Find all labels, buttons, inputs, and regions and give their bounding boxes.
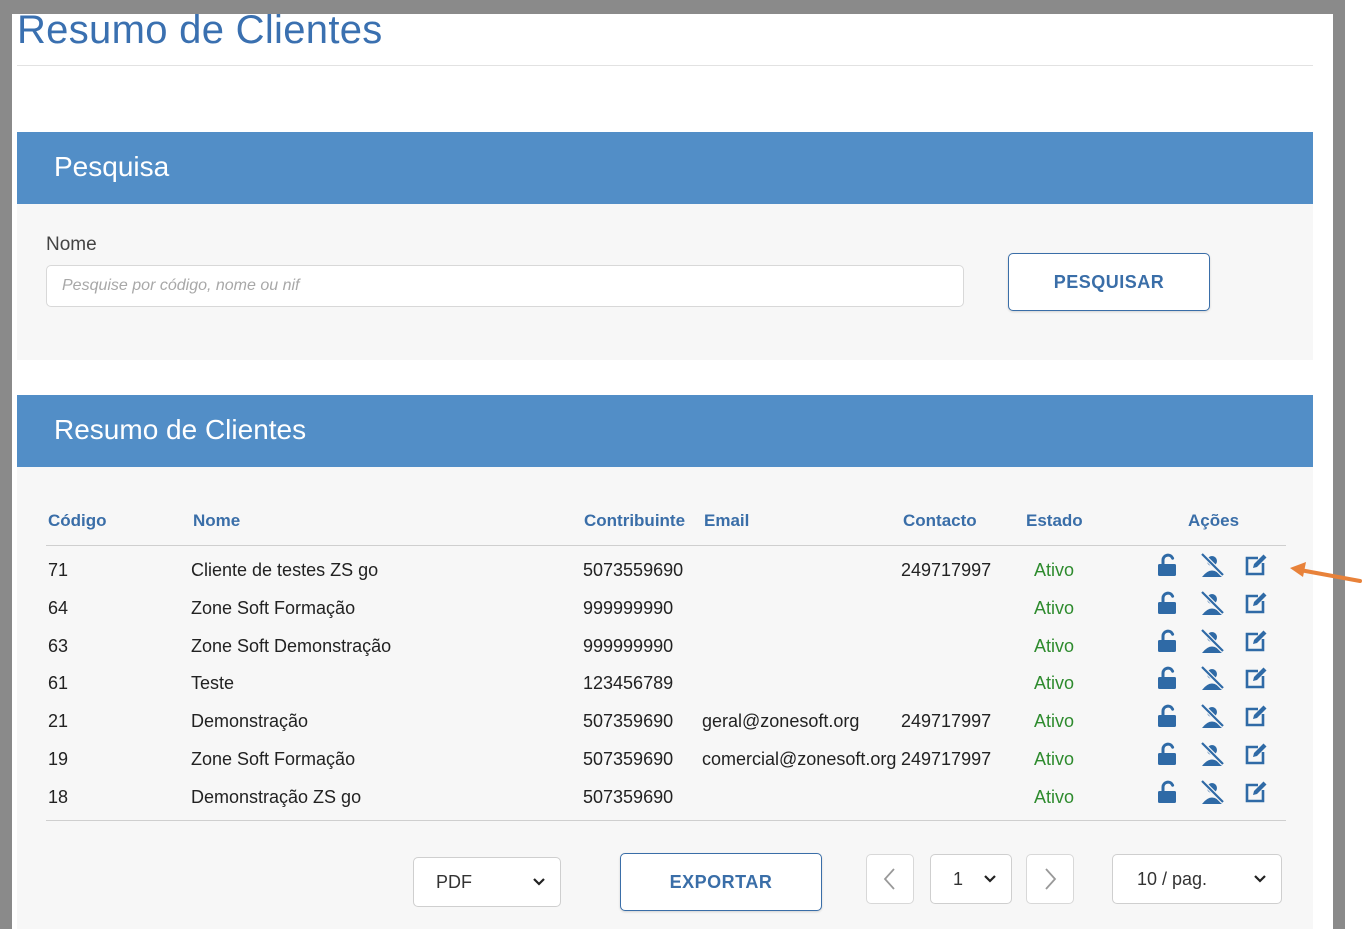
column-header-email[interactable]: Email bbox=[704, 511, 749, 531]
table-bottom-divider bbox=[46, 820, 1286, 821]
edit-icon[interactable] bbox=[1244, 704, 1268, 728]
status-badge: Ativo bbox=[1034, 786, 1075, 807]
unlock-icon[interactable] bbox=[1156, 742, 1180, 766]
edit-icon[interactable] bbox=[1244, 553, 1268, 577]
cell-codigo: 61 bbox=[48, 673, 69, 694]
chevron-right-icon bbox=[1045, 868, 1057, 890]
unlock-icon[interactable] bbox=[1156, 780, 1180, 804]
cell-codigo: 71 bbox=[48, 560, 69, 580]
user-block-icon[interactable] bbox=[1200, 628, 1224, 653]
per-page-select[interactable]: 10 / pag. bbox=[1112, 854, 1282, 904]
unlock-icon[interactable] bbox=[1156, 553, 1180, 577]
table-row: 63 Zone Soft Demonstração 999999990 Ativ… bbox=[46, 626, 1286, 664]
table-row: 19 Zone Soft Formação 507359690 comercia… bbox=[46, 739, 1286, 777]
search-name-label: Nome bbox=[46, 234, 97, 255]
cell-contribuinte: 507359690 bbox=[583, 711, 674, 732]
user-block-icon[interactable] bbox=[1200, 742, 1224, 766]
cell-email: comercial@zonesoft.org bbox=[702, 749, 897, 769]
page-number-value: 1 bbox=[953, 868, 964, 889]
cell-contacto: 249717997 bbox=[901, 560, 992, 580]
status-badge: Ativo bbox=[1034, 711, 1075, 732]
column-header-contacto[interactable]: Contacto bbox=[903, 511, 977, 531]
cell-contacto: 249717997 bbox=[901, 711, 992, 732]
row-actions bbox=[1156, 704, 1268, 729]
next-page-button[interactable] bbox=[1026, 854, 1074, 904]
table-row: 18 Demonstração ZS go 507359690 Ativo bbox=[46, 777, 1286, 815]
status-badge: Ativo bbox=[1034, 749, 1075, 769]
title-divider bbox=[17, 65, 1313, 66]
table-row: 71 Cliente de testes ZS go 5073559690 24… bbox=[46, 550, 1286, 588]
status-badge: Ativo bbox=[1034, 635, 1075, 656]
cell-codigo: 21 bbox=[48, 711, 69, 732]
export-format-value: PDF bbox=[436, 871, 472, 892]
cell-nome: Demonstração ZS go bbox=[191, 786, 362, 807]
prev-page-button[interactable] bbox=[866, 854, 914, 904]
per-page-value: 10 / pag. bbox=[1137, 868, 1208, 889]
cell-contribuinte: 5073559690 bbox=[583, 560, 684, 580]
cell-nome: Zone Soft Formação bbox=[191, 749, 356, 769]
row-actions bbox=[1156, 666, 1268, 691]
user-block-icon[interactable] bbox=[1200, 779, 1224, 804]
column-header-estado[interactable]: Estado bbox=[1026, 511, 1083, 531]
table-row: 61 Teste 123456789 Ativo bbox=[46, 663, 1286, 701]
search-button[interactable]: PESQUISAR bbox=[1008, 253, 1210, 311]
unlock-icon[interactable] bbox=[1156, 666, 1180, 690]
status-badge: Ativo bbox=[1034, 597, 1075, 618]
cell-codigo: 19 bbox=[48, 749, 69, 769]
cell-contacto: 249717997 bbox=[901, 749, 992, 769]
row-actions bbox=[1156, 590, 1268, 615]
chevron-down-icon bbox=[1254, 875, 1266, 883]
status-badge: Ativo bbox=[1034, 673, 1075, 694]
edit-icon[interactable] bbox=[1244, 629, 1268, 653]
annotation-arrow-icon bbox=[1290, 562, 1362, 583]
row-actions bbox=[1156, 553, 1268, 577]
unlock-icon[interactable] bbox=[1156, 591, 1180, 615]
edit-icon[interactable] bbox=[1244, 591, 1268, 615]
cell-codigo: 64 bbox=[48, 597, 69, 618]
row-actions bbox=[1156, 742, 1268, 766]
export-button[interactable]: EXPORTAR bbox=[620, 853, 822, 911]
table-row: 64 Zone Soft Formação 999999990 Ativo bbox=[46, 588, 1286, 626]
cell-contribuinte: 123456789 bbox=[583, 673, 674, 694]
chevron-left-icon bbox=[883, 868, 895, 890]
cell-codigo: 18 bbox=[48, 786, 69, 807]
column-header-codigo[interactable]: Código bbox=[48, 511, 107, 531]
row-actions bbox=[1156, 628, 1268, 653]
column-header-contribuinte[interactable]: Contribuinte bbox=[584, 511, 685, 531]
table-header-divider bbox=[46, 545, 1286, 546]
user-block-icon[interactable] bbox=[1200, 590, 1224, 615]
export-format-select[interactable]: PDF bbox=[413, 857, 561, 907]
summary-section-header: Resumo de Clientes bbox=[17, 395, 1313, 467]
cell-nome: Cliente de testes ZS go bbox=[191, 560, 379, 580]
edit-icon[interactable] bbox=[1244, 666, 1268, 690]
column-header-nome[interactable]: Nome bbox=[193, 511, 240, 531]
user-block-icon[interactable] bbox=[1200, 666, 1224, 691]
search-section-header: Pesquisa bbox=[17, 132, 1313, 204]
search-input[interactable] bbox=[46, 265, 964, 307]
page-number-select[interactable]: 1 bbox=[930, 854, 1012, 904]
status-badge: Ativo bbox=[1034, 560, 1075, 580]
cell-email: geral@zonesoft.org bbox=[702, 711, 860, 732]
cell-nome: Demonstração bbox=[191, 711, 309, 732]
user-block-icon[interactable] bbox=[1200, 553, 1224, 577]
row-actions bbox=[1156, 779, 1268, 804]
cell-contribuinte: 999999990 bbox=[583, 635, 674, 656]
edit-icon[interactable] bbox=[1244, 780, 1268, 804]
column-header-acoes: Ações bbox=[1188, 511, 1240, 530]
unlock-icon[interactable] bbox=[1156, 704, 1180, 728]
cell-nome: Zone Soft Formação bbox=[191, 597, 356, 618]
cell-contribuinte: 999999990 bbox=[583, 597, 674, 618]
cell-contribuinte: 507359690 bbox=[583, 749, 674, 769]
chevron-down-icon bbox=[984, 875, 996, 883]
unlock-icon[interactable] bbox=[1156, 629, 1180, 653]
cell-contribuinte: 507359690 bbox=[583, 786, 674, 807]
cell-nome: Zone Soft Demonstração bbox=[191, 635, 392, 656]
chevron-down-icon bbox=[533, 878, 545, 886]
cell-nome: Teste bbox=[191, 673, 235, 694]
table-row: 21 Demonstração 507359690 geral@zonesoft… bbox=[46, 701, 1286, 739]
cell-codigo: 63 bbox=[48, 635, 69, 656]
user-block-icon[interactable] bbox=[1200, 704, 1224, 729]
page-title: Resumo de Clientes bbox=[17, 8, 383, 52]
edit-icon[interactable] bbox=[1244, 742, 1268, 766]
